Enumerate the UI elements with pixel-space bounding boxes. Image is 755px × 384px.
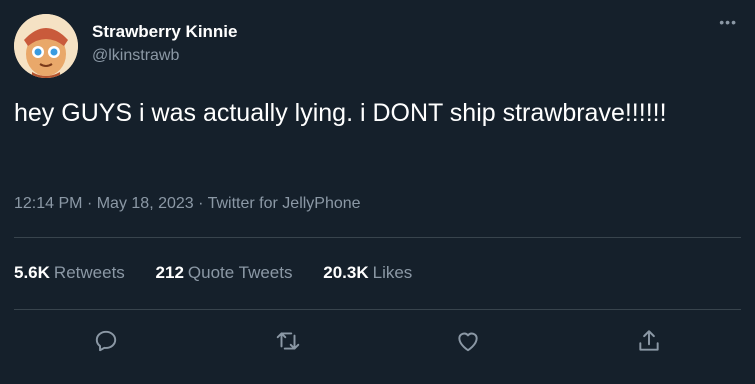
tweet-time[interactable]: 12:14 PM	[14, 195, 82, 212]
display-name[interactable]: Strawberry Kinnie	[92, 21, 238, 43]
divider	[14, 237, 741, 238]
divider	[14, 309, 741, 310]
action-bar	[0, 321, 755, 361]
reply-icon	[95, 330, 117, 352]
tweet-stats: 5.6K Retweets 212 Quote Tweets 20.3K Likes	[14, 262, 438, 284]
retweets-stat[interactable]: 5.6K Retweets	[14, 262, 125, 284]
share-button[interactable]	[629, 321, 669, 361]
more-horizontal-icon: •••	[719, 14, 737, 30]
meta-separator: ·	[86, 195, 97, 212]
meta-separator: ·	[198, 195, 208, 212]
user-handle[interactable]: @lkinstrawb	[92, 45, 238, 67]
likes-count: 20.3K	[323, 263, 369, 282]
retweet-button[interactable]	[268, 321, 308, 361]
likes-label: Likes	[372, 263, 413, 282]
reply-button[interactable]	[86, 321, 126, 361]
retweet-icon	[276, 332, 300, 350]
tweet-source[interactable]: Twitter for JellyPhone	[208, 195, 361, 212]
quote-tweets-label: Quote Tweets	[187, 263, 293, 282]
tweet-header: Strawberry Kinnie @lkinstrawb	[14, 14, 238, 78]
avatar[interactable]	[14, 14, 78, 78]
tweet-meta: 12:14 PM · May 18, 2023 · Twitter for Je…	[14, 193, 361, 215]
like-button[interactable]	[448, 321, 488, 361]
heart-icon	[458, 332, 478, 352]
quote-tweets-stat[interactable]: 212 Quote Tweets	[156, 262, 293, 284]
cookie-character-avatar-icon	[14, 14, 78, 78]
quote-tweets-count: 212	[155, 263, 184, 282]
tweet-text: hey GUYS i was actually lying. i DONT sh…	[14, 99, 667, 127]
tweet-date[interactable]: May 18, 2023	[97, 195, 194, 212]
retweets-label: Retweets	[53, 263, 125, 282]
retweets-count: 5.6K	[14, 263, 50, 282]
more-options-button[interactable]: •••	[719, 14, 737, 30]
user-names: Strawberry Kinnie @lkinstrawb	[92, 21, 238, 67]
likes-stat[interactable]: 20.3K Likes	[323, 262, 412, 284]
share-icon	[639, 330, 659, 351]
